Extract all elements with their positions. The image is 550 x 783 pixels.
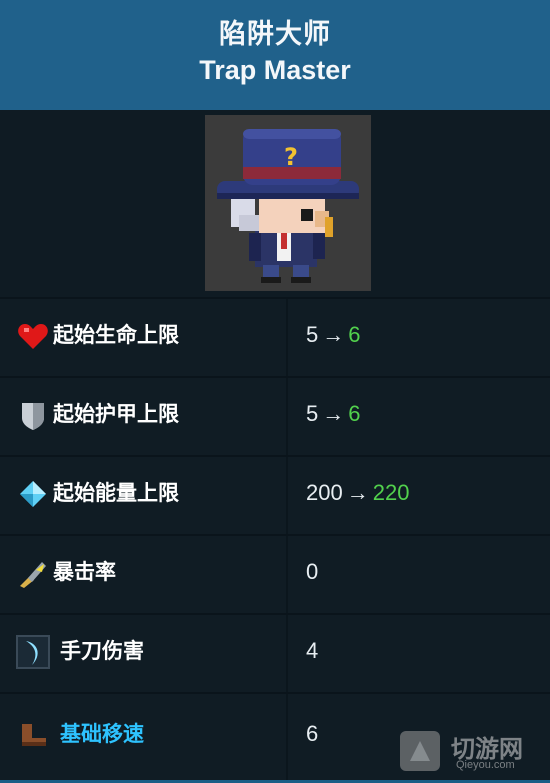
character-portrait: ? [205, 115, 371, 291]
divider [0, 692, 550, 694]
arrow: → [346, 480, 369, 505]
character-card: 陷阱大师 Trap Master ? 起始生命上限 5 → 6 起始护甲上限 5… [0, 0, 550, 783]
column-divider [286, 457, 288, 534]
svg-text:?: ? [284, 143, 298, 171]
portrait-row: ? [0, 110, 550, 297]
divider [0, 376, 550, 378]
stat-value: 5 → 6 [306, 401, 361, 427]
trap-master-sprite: ? [217, 129, 359, 283]
column-divider [286, 615, 288, 692]
old-value: 200 [306, 480, 343, 505]
stat-label-link[interactable]: 基础移速 [60, 718, 144, 748]
stat-label: 手刀伤害 [60, 639, 144, 663]
stat-row-crit: 暴击率 0 [0, 534, 550, 613]
stat-label: 起始能量上限 [53, 481, 179, 505]
stat-value: 6 [306, 721, 319, 746]
stat-row-armor: 起始护甲上限 5 → 6 [0, 376, 550, 455]
new-value: 6 [348, 401, 361, 426]
new-value: 220 [372, 480, 410, 505]
column-divider [286, 694, 288, 780]
old-value: 5 [306, 401, 319, 426]
divider [0, 613, 550, 615]
arrow: → [322, 322, 345, 347]
stat-value: 200 → 220 [306, 480, 409, 506]
shield-icon [22, 403, 44, 430]
stat-label: 起始护甲上限 [53, 402, 179, 426]
stat-label: 起始生命上限 [53, 323, 179, 347]
crit-icon [20, 562, 46, 588]
boot-icon [22, 724, 46, 746]
stat-value: 4 [306, 638, 319, 663]
old-value: 5 [306, 322, 319, 347]
stat-row-health: 起始生命上限 5 → 6 [0, 297, 550, 376]
stat-value: 5 → 6 [306, 322, 361, 348]
crystal-icon [20, 481, 46, 507]
column-divider [286, 378, 288, 455]
watermark: 切游网 Qieyou.com [396, 727, 546, 777]
title-chinese: 陷阱大师 [219, 19, 331, 50]
title-english: Trap Master [199, 55, 351, 85]
new-value: 6 [348, 322, 361, 347]
divider [0, 455, 550, 457]
slash-icon [16, 635, 50, 669]
column-divider [286, 299, 288, 376]
card-header: 陷阱大师 Trap Master [0, 0, 550, 110]
watermark-logo-icon [400, 731, 440, 771]
arrow: → [322, 401, 345, 426]
column-divider [286, 536, 288, 613]
divider [0, 297, 550, 299]
divider [0, 534, 550, 536]
heart-icon [18, 324, 48, 349]
watermark-subtext: Qieyou.com [456, 759, 515, 771]
stat-value: 0 [306, 559, 319, 584]
stat-row-energy: 起始能量上限 200 → 220 [0, 455, 550, 534]
stat-row-melee: 手刀伤害 4 [0, 613, 550, 692]
stat-label: 暴击率 [53, 560, 116, 584]
